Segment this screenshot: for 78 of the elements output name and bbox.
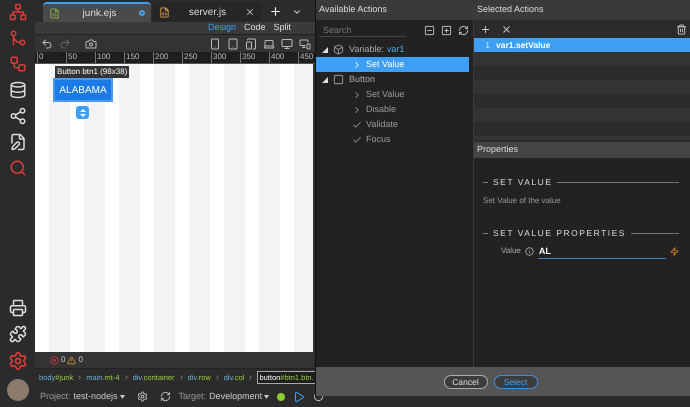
caret-icon[interactable] [120,394,125,398]
file-icon [49,8,60,18]
trash-icon[interactable] [676,24,687,34]
refresh-icon[interactable] [160,391,171,402]
dynamic-value-icon[interactable] [670,246,679,256]
project-label: Project: [40,390,71,403]
panel-title: Selected Actions [477,3,544,16]
square-icon [333,74,344,85]
puzzle-icon[interactable] [8,325,26,343]
ruler: 0 50 100 150 200 250 300 350 400 450 [35,52,315,64]
desktop-icon[interactable] [281,38,293,50]
action-item[interactable]: Set Value [316,87,469,102]
target-dropdown[interactable]: Development [209,390,262,404]
collapse-all-icon[interactable] [424,24,435,36]
avatar[interactable] [6,379,28,401]
settings-icon[interactable] [136,391,148,402]
expand-triangle-icon[interactable] [322,76,328,82]
tree-item[interactable]: Variable: [349,42,384,56]
chevron-right-icon [214,374,221,381]
chevron-right-icon [122,374,130,381]
section-heading: SET VALUE PROPERTIES [493,226,626,240]
phone-icon[interactable] [209,38,221,50]
camera-icon[interactable] [85,38,97,50]
tablet-portrait-icon[interactable] [245,38,257,50]
view-mode-tab[interactable]: Split [273,21,291,35]
file-icon [159,6,170,18]
database-icon[interactable] [8,81,26,99]
caret-icon[interactable] [264,394,270,398]
error-count: 0 [61,354,66,366]
info-icon[interactable] [524,246,534,256]
refresh-icon[interactable] [458,24,469,36]
share-icon[interactable] [8,107,26,125]
search-icon[interactable] [8,159,26,177]
project-dropdown[interactable]: test-nodejs [74,390,118,404]
action-item[interactable]: Validate [316,117,469,132]
close-icon[interactable] [501,24,512,34]
undo-icon[interactable] [41,38,53,50]
target-label: Target: [178,390,206,403]
field-label: Value [501,245,521,257]
cube-icon [333,44,344,55]
view-mode-tab[interactable]: Code [244,21,266,35]
error-icon [50,356,59,364]
workflow-icon[interactable] [8,55,26,73]
value-field[interactable]: AL [538,244,666,258]
panel-title: Available Actions [319,3,387,16]
resize-handle-icon[interactable] [76,106,89,119]
chevron-right-icon [247,374,254,381]
section-description: Set Value of the value [483,194,562,207]
wide-monitor-icon[interactable] [299,38,311,50]
warning-count: 0 [78,354,83,366]
laptop-icon[interactable] [263,38,275,50]
panel-title: Properties [477,143,518,156]
branch-icon[interactable] [8,29,26,47]
edit-icon[interactable] [8,133,26,151]
hierarchy-icon[interactable] [8,3,26,21]
play-icon[interactable] [293,390,306,402]
warning-icon [67,356,76,364]
add-icon[interactable] [480,24,491,34]
editor-tab[interactable]: server.js [153,2,261,22]
variable-name: var1 [386,42,404,56]
selected-button[interactable]: ALABAMA [55,80,111,100]
action-item[interactable]: Disable [316,102,469,117]
chevron-right-icon [76,374,84,381]
action-item[interactable]: Focus [316,132,469,147]
element-tooltip: Button btn1 (98x38) [55,66,130,78]
add-tab-icon[interactable] [269,5,282,18]
chevron-right-icon [178,374,185,381]
editor-tab[interactable]: junk.ejs [43,2,151,22]
tree-item[interactable]: Button [349,72,376,86]
select-button[interactable]: Select [494,374,538,388]
close-icon[interactable] [245,7,255,17]
cancel-button[interactable]: Cancel [444,374,488,388]
expand-all-icon[interactable] [441,24,452,36]
section-heading: SET VALUE [493,176,552,189]
view-mode-tab[interactable]: Design [208,21,236,35]
settings-icon[interactable] [8,351,28,371]
search-field[interactable]: Search [320,23,406,37]
tablet-icon[interactable] [227,38,239,50]
